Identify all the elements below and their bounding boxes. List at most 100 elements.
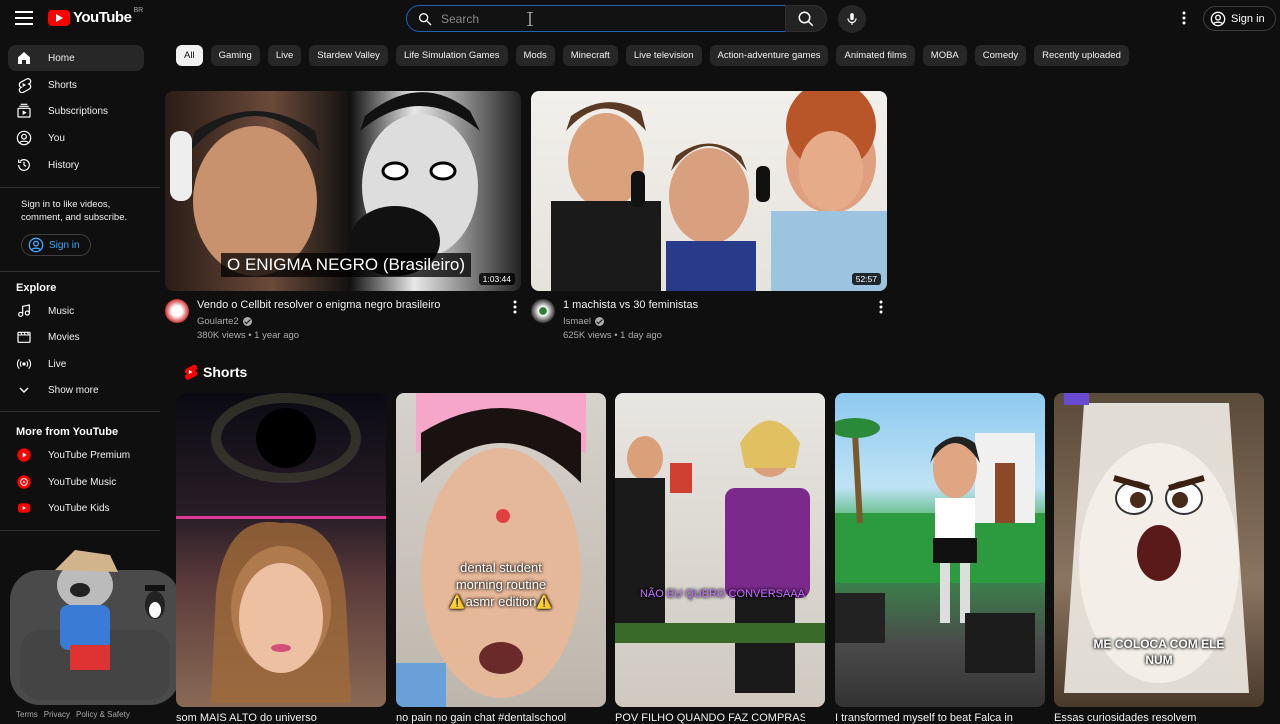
account-icon (1210, 11, 1226, 26)
chip-live[interactable]: Live (267, 45, 302, 66)
chevron-down-icon (16, 382, 32, 398)
thumbnail-caption: O ENIGMA NEGRO (Brasileiro) (221, 253, 472, 277)
country-code: BR (133, 7, 144, 14)
short-title[interactable]: no pain no gain chat #dentalschool (396, 712, 586, 724)
short-card[interactable]: ME COLOCA COM ELE NUM (1054, 393, 1264, 707)
sidebar-item-history[interactable]: History (8, 152, 144, 178)
youtube-premium-icon (16, 447, 32, 463)
channel-avatar[interactable] (165, 299, 189, 323)
sidebar-item-show-more[interactable]: Show more (8, 377, 144, 403)
footer-link-terms[interactable]: Terms (16, 710, 38, 719)
search-input[interactable] (441, 11, 741, 26)
chip-gaming[interactable]: Gaming (210, 45, 260, 66)
short-card[interactable]: dental student morning routine ⚠️asmr ed… (396, 393, 606, 707)
video-thumbnail[interactable]: O ENIGMA NEGRO (Brasileiro) 1:03:44 (165, 91, 521, 291)
video-menu-icon[interactable] (875, 299, 887, 315)
sidebar-item-label: YouTube Kids (48, 502, 110, 514)
short-title[interactable]: POV FILHO QUANDO FAZ COMPRAS (615, 712, 805, 724)
sidebar-item-youtube-music[interactable]: YouTube Music (8, 469, 144, 495)
sidebar-item-shorts[interactable]: Shorts (8, 72, 144, 98)
live-icon (16, 356, 32, 372)
sidebar-item-movies[interactable]: Movies (8, 324, 144, 350)
sidebar-item-music[interactable]: Music (8, 298, 144, 324)
chip-minecraft[interactable]: Minecraft (562, 45, 618, 66)
sidebar-item-label: You (48, 132, 65, 144)
short-card[interactable] (835, 393, 1045, 707)
video-duration: 1:03:44 (478, 273, 515, 285)
text-cursor-icon (527, 12, 533, 26)
video-title[interactable]: Vendo o Cellbit resolver o enigma negro … (197, 299, 440, 311)
chip-all[interactable]: All (176, 45, 203, 66)
sidebar-item-subscriptions[interactable]: Subscriptions (8, 98, 144, 124)
youtube-logo[interactable]: YouTube BR (48, 7, 144, 26)
footer-link-privacy[interactable]: Privacy (44, 710, 70, 719)
chip-moba[interactable]: MOBA (922, 45, 967, 66)
sidebar-divider (0, 187, 160, 188)
thumbnail-art (551, 91, 887, 291)
sidebar-sign-in-button[interactable]: Sign in (21, 234, 91, 256)
video-title[interactable]: 1 machista vs 30 feministas (563, 299, 698, 311)
short-thumbnail-art (615, 420, 825, 693)
sidebar-item-home[interactable]: Home (8, 45, 144, 71)
home-icon (16, 50, 32, 66)
chip-recently-uploaded[interactable]: Recently uploaded (1034, 45, 1129, 66)
channel-name[interactable]: Ismael (563, 316, 604, 327)
search-button[interactable] (785, 5, 827, 32)
sign-in-label: Sign in (1231, 12, 1265, 25)
sidebar-item-label: YouTube Music (48, 476, 117, 488)
sign-in-button[interactable]: Sign in (1203, 6, 1276, 31)
short-caption: ME COLOCA COM ELE NUM (1093, 637, 1225, 667)
logo-text: YouTube (73, 9, 132, 26)
shorts-section-heading: Shorts (183, 364, 247, 380)
chip-mods[interactable]: Mods (515, 45, 555, 66)
sidebar-item-you[interactable]: You (8, 125, 144, 151)
short-card[interactable] (176, 393, 386, 707)
footer-link-policy[interactable]: Policy & Safety (76, 710, 130, 719)
video-card[interactable]: 52:57 1 machista vs 30 feministas Ismael… (531, 91, 887, 349)
footer-links: Terms Privacy Policy & Safety (16, 710, 130, 719)
sidebar-divider (0, 271, 160, 272)
more-from-youtube-heading: More from YouTube (16, 426, 119, 438)
movies-icon (16, 329, 32, 345)
menu-icon[interactable] (12, 6, 36, 30)
youtube-logo-icon (48, 9, 70, 26)
short-title[interactable]: I transformed myself to beat Falca in (835, 712, 1025, 724)
chip-stardew-valley[interactable]: Stardew Valley (309, 45, 388, 66)
short-card[interactable]: NÃO EU QUERO CONVERSAAA (615, 393, 825, 707)
you-icon (16, 130, 32, 146)
short-title[interactable]: Essas curiosidades resolvem (1054, 712, 1244, 724)
sidebar-item-label: Subscriptions (48, 105, 109, 117)
filter-chips: All Gaming Live Stardew Valley Life Simu… (176, 45, 1129, 66)
chip-live-television[interactable]: Live television (625, 45, 702, 66)
channel-name-text: Ismael (563, 316, 591, 327)
chip-action-adventure-games[interactable]: Action-adventure games (709, 45, 829, 66)
sidebar-item-label: YouTube Premium (48, 449, 131, 461)
video-card[interactable]: O ENIGMA NEGRO (Brasileiro) 1:03:44 Vend… (165, 91, 521, 349)
chip-comedy[interactable]: Comedy (974, 45, 1027, 66)
youtube-music-icon (16, 474, 32, 490)
sidebar-item-label: Shorts (48, 79, 77, 91)
sign-in-label: Sign in (49, 239, 80, 251)
video-thumbnail[interactable]: 52:57 (531, 91, 887, 291)
short-thumbnail-art (176, 393, 386, 703)
sidebar-item-youtube-kids[interactable]: YouTube Kids (8, 495, 144, 521)
video-duration: 52:57 (851, 273, 881, 285)
sidebar-item-label: History (48, 159, 80, 171)
search-box[interactable] (406, 5, 786, 32)
shorts-title: Shorts (203, 364, 248, 380)
channel-avatar[interactable] (531, 299, 555, 323)
channel-name[interactable]: Goularte2 (197, 316, 252, 327)
sidebar-item-label: Show more (48, 384, 99, 396)
chip-animated-films[interactable]: Animated films (836, 45, 915, 66)
voice-search-button[interactable] (838, 5, 866, 33)
sidebar-item-live[interactable]: Live (8, 351, 144, 377)
sidebar-item-label: Live (48, 358, 67, 370)
short-title[interactable]: som MAIS ALTO do universo (176, 712, 366, 724)
sidebar-item-youtube-premium[interactable]: YouTube Premium (8, 442, 144, 468)
chip-life-simulation-games[interactable]: Life Simulation Games (395, 45, 508, 66)
subscriptions-icon (16, 103, 32, 119)
verified-icon (594, 317, 604, 326)
settings-more-icon[interactable] (1174, 8, 1194, 28)
video-menu-icon[interactable] (509, 299, 521, 315)
sidebar-divider (0, 411, 160, 412)
